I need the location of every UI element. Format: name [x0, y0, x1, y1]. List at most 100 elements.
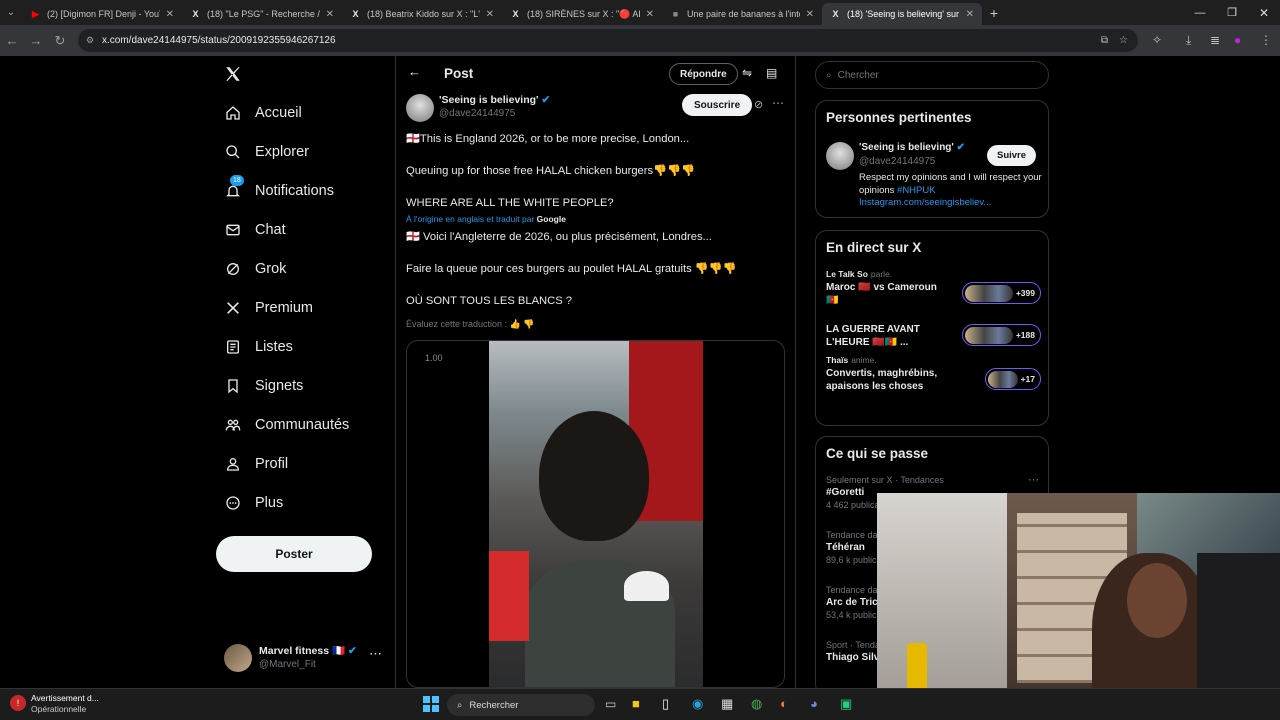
nav-item-listes[interactable]: Listes: [224, 338, 293, 356]
nav-item-plus[interactable]: Plus: [224, 494, 283, 512]
nav-item-explorer[interactable]: Explorer: [224, 143, 309, 161]
windows-start-icon[interactable]: [423, 696, 439, 712]
close-window-icon[interactable]: ✕: [1248, 6, 1280, 20]
avatar-stack: [964, 326, 1013, 344]
media-icon[interactable]: ≣: [1210, 33, 1220, 47]
listener-count: +17: [1020, 374, 1035, 384]
video-player[interactable]: 1.00: [406, 340, 785, 688]
download-icon[interactable]: ⤓: [1186, 33, 1191, 48]
forward-icon[interactable]: →: [24, 33, 48, 48]
post-text-line: 🏴󠁧󠁢󠁥󠁮󠁧󠁿This is England 2026, or to be mo…: [406, 133, 690, 145]
file-explorer-icon[interactable]: ■: [632, 696, 640, 711]
post-text-line: WHERE ARE ALL THE WHITE PEOPLE?: [406, 197, 614, 209]
x-logo-icon: X: [352, 9, 359, 19]
restore-icon[interactable]: ❐: [1216, 6, 1248, 19]
x-logo-icon: X: [832, 9, 839, 19]
live-item[interactable]: LA GUERRE AVANT L'HEURE 🇲🇦🇨🇲 ... +188: [826, 312, 1041, 352]
tab-title: (18) SIRÈNES sur X : "🔴 ALERTE: [527, 8, 640, 19]
more-icon[interactable]: ⋯: [772, 96, 784, 110]
minimize-icon[interactable]: —: [1184, 7, 1216, 19]
nav-item-profil[interactable]: Profil: [224, 455, 288, 473]
profile-avatar[interactable]: ●: [1234, 33, 1241, 47]
follow-button[interactable]: Suivre: [987, 145, 1037, 166]
live-item[interactable]: Thaïs anime. Convertis, maghrébins, apaiso…: [826, 355, 1041, 395]
x-logo-icon[interactable]: [224, 65, 244, 85]
browser-menu-icon[interactable]: ⋮: [1260, 33, 1272, 47]
nav-item-chat[interactable]: Chat: [224, 221, 286, 239]
bookmark-star-icon[interactable]: ☆: [1119, 35, 1128, 46]
nav-item-grok[interactable]: Grok: [224, 260, 286, 278]
more-icon[interactable]: ⋯: [369, 646, 382, 662]
install-icon[interactable]: ⧉: [1101, 35, 1108, 46]
live-title: Convertis, maghrébins, apaisons les chos…: [826, 368, 938, 392]
firefox-icon[interactable]: ◐: [780, 696, 788, 711]
close-tab-icon[interactable]: ✕: [966, 9, 974, 20]
browser-tab[interactable]: X (18) SIRÈNES sur X : "🔴 ALERTE ✕: [502, 3, 662, 25]
browser-tab[interactable]: X (18) 'Seeing is believing' sur X : ✕: [822, 3, 982, 25]
listener-count-pill[interactable]: +17: [984, 368, 1041, 390]
close-tab-icon[interactable]: ✕: [806, 9, 814, 20]
subscribe-button[interactable]: Souscrire: [682, 94, 753, 116]
hashtag-link[interactable]: #NHPUK: [897, 185, 936, 196]
reload-icon[interactable]: ↻: [48, 33, 72, 49]
browser-tab[interactable]: X (18) "Le PSG" - Recherche / X ✕: [182, 3, 342, 25]
tab-title: Une paire de bananes à l'intérieur: [687, 9, 800, 19]
reader-icon[interactable]: ▤: [766, 66, 777, 80]
nav-item-signets[interactable]: Signets: [224, 377, 303, 395]
close-tab-icon[interactable]: ✕: [646, 9, 654, 20]
nav-item-premium[interactable]: Premium: [224, 299, 313, 317]
live-item[interactable]: Le Talk So parle. Maroc 🇲🇦 vs Cameroun 🇨🇲 +…: [826, 269, 1041, 309]
rate-translation: Évaluez cette traduction : 👍 👎: [406, 319, 535, 329]
site-info-icon[interactable]: ⚙: [86, 35, 94, 46]
warning-icon[interactable]: !: [10, 695, 26, 711]
author-avatar[interactable]: [406, 94, 434, 122]
video-speed: 1.00: [425, 353, 443, 363]
url-bar[interactable]: ⚙ x.com/dave24144975/status/200919235594…: [78, 29, 1138, 52]
close-tab-icon[interactable]: ✕: [326, 9, 334, 20]
avatar[interactable]: [826, 142, 854, 170]
reply-button[interactable]: Répondre: [669, 63, 738, 85]
account-switcher[interactable]: Marvel fitness 🇫🇷 ✔ @Marvel_Fit ⋯: [224, 642, 384, 676]
post-text-line: Queuing up for those free HALAL chicken …: [406, 165, 695, 177]
browser-tab[interactable]: ■ Une paire de bananes à l'intérieur ✕: [662, 3, 822, 25]
browser-tab[interactable]: X (18) Beatrix Kiddo sur X : "L'ext ✕: [342, 3, 502, 25]
close-tab-icon[interactable]: ✕: [166, 9, 174, 20]
new-tab-button[interactable]: +: [982, 5, 1006, 21]
task-view-icon[interactable]: ▭: [605, 697, 616, 711]
author-name[interactable]: 'Seeing is believing' ✔: [439, 94, 550, 106]
filter-icon[interactable]: ⇋: [742, 66, 752, 80]
listener-count-pill[interactable]: +188: [961, 324, 1041, 346]
nav-item-notifications[interactable]: 18 Notifications: [224, 175, 334, 200]
post-button[interactable]: Poster: [216, 536, 372, 572]
thumbs-down-icon[interactable]: 👎: [523, 319, 534, 329]
nav-item-communautes[interactable]: Communautés: [224, 416, 349, 434]
close-tab-icon[interactable]: ✕: [486, 9, 494, 20]
search-input[interactable]: ⌕ Chercher: [815, 61, 1049, 89]
nav-label: Plus: [255, 495, 284, 511]
back-arrow-icon[interactable]: ←: [408, 64, 421, 79]
more-circle-icon: [224, 494, 242, 512]
grok-icon[interactable]: ⊘: [754, 98, 763, 111]
edge-icon[interactable]: ◉: [692, 696, 703, 712]
discord-icon[interactable]: ◕: [810, 696, 818, 711]
back-icon[interactable]: ←: [0, 33, 24, 48]
nav-label: Notifications: [255, 183, 334, 199]
listener-count-pill[interactable]: +399: [961, 282, 1041, 304]
taskbar-search[interactable]: ⌕ Rechercher: [447, 694, 595, 716]
bookmark-icon: [224, 377, 242, 395]
extensions-icon[interactable]: ✧: [1152, 33, 1162, 47]
verified-icon: ✔: [347, 645, 357, 657]
browser-tab[interactable]: ▶ (2) [Digimon FR] Denji - YouTube ✕: [22, 3, 182, 25]
youtube-icon: ▶: [32, 8, 39, 19]
live-host: Thaïs anime.: [826, 355, 877, 365]
chrome-icon[interactable]: ◍: [751, 696, 762, 712]
nav-item-accueil[interactable]: Accueil: [224, 104, 302, 122]
profile-link[interactable]: Instagram.com/seeingisbeliev...: [859, 197, 991, 208]
person-name[interactable]: 'Seeing is believing' ✔: [859, 142, 965, 153]
thumbs-up-icon[interactable]: 👍: [510, 319, 521, 329]
app-icon[interactable]: ▣: [840, 696, 852, 712]
tab-search-icon[interactable]: ⌄: [0, 7, 22, 18]
more-icon[interactable]: ⋯: [1028, 473, 1039, 486]
store-icon[interactable]: ▦: [721, 696, 733, 712]
notepad-icon[interactable]: ▯: [662, 696, 669, 712]
